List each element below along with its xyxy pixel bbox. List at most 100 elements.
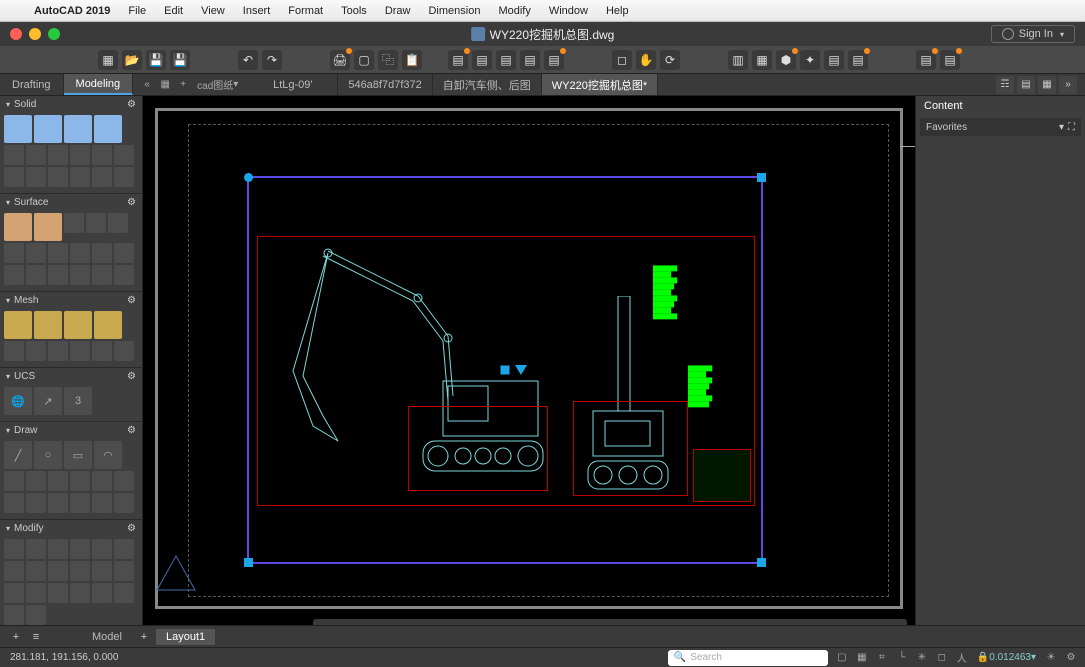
solid-tool[interactable] <box>48 167 68 187</box>
tool1-icon[interactable]: ▥ <box>728 50 748 70</box>
modify-tool[interactable] <box>26 605 46 625</box>
solid-tool[interactable] <box>26 145 46 165</box>
palette-section-surface[interactable]: Surface <box>14 197 48 208</box>
plot-preview-icon[interactable]: ▢ <box>354 50 374 70</box>
menu-view[interactable]: View <box>193 5 233 17</box>
ucs-3-icon[interactable]: 3 <box>64 387 92 415</box>
surface-tool[interactable] <box>86 213 106 233</box>
menu-draw[interactable]: Draw <box>377 5 419 17</box>
expand-icon[interactable]: ⛶ <box>1068 122 1075 133</box>
draw-tool[interactable] <box>4 471 24 491</box>
mesh-tool[interactable] <box>4 311 32 339</box>
ucs-world-icon[interactable]: 🌐 <box>4 387 32 415</box>
modify-tool[interactable] <box>70 583 90 603</box>
mesh-tool[interactable] <box>4 341 24 361</box>
tab-overflow-icon[interactable]: « <box>139 77 155 93</box>
tool6-icon[interactable]: ▤ <box>848 50 868 70</box>
ortho-toggle-icon[interactable]: └ <box>894 650 910 666</box>
minimize-window-icon[interactable] <box>29 28 41 40</box>
favorites-dropdown[interactable]: Favorites ▾ ⛶ <box>920 118 1081 136</box>
sun-icon[interactable]: ☀ <box>1043 650 1059 666</box>
copy-icon[interactable]: ⿻ <box>378 50 398 70</box>
solid-tool[interactable] <box>114 167 134 187</box>
grip-handle[interactable] <box>244 558 253 567</box>
solid-tool[interactable] <box>4 145 24 165</box>
modify-tool[interactable] <box>92 583 112 603</box>
app-name[interactable]: AutoCAD 2019 <box>26 5 118 17</box>
mesh-tool[interactable] <box>94 311 122 339</box>
panel-more-icon[interactable]: » <box>1059 76 1077 94</box>
open-file-icon[interactable]: 📂 <box>122 50 142 70</box>
grip-handle[interactable] <box>757 173 766 182</box>
new-file-icon[interactable]: ▦ <box>98 50 118 70</box>
menu-format[interactable]: Format <box>280 5 331 17</box>
paper-model-toggle[interactable]: ▢ <box>834 650 850 666</box>
menu-dimension[interactable]: Dimension <box>420 5 488 17</box>
add-layer-icon[interactable]: + <box>175 77 191 93</box>
draw-tool[interactable] <box>26 471 46 491</box>
doc-tab-0[interactable]: LtLg-09' <box>248 74 338 95</box>
palette-section-ucs[interactable]: UCS <box>14 371 35 382</box>
solid-tool[interactable] <box>4 167 24 187</box>
gear-icon[interactable]: ⚙ <box>127 371 136 382</box>
scale-readout[interactable]: 🔒0.012463▾ <box>974 650 1039 666</box>
gear-icon[interactable]: ⚙ <box>127 295 136 306</box>
surface-tool[interactable] <box>26 243 46 263</box>
draw-tool[interactable] <box>4 493 24 513</box>
add-between-icon[interactable]: + <box>136 629 152 645</box>
sheet3-icon[interactable]: ▤ <box>496 50 516 70</box>
polar-toggle-icon[interactable]: ✳ <box>914 650 930 666</box>
doc-tab-2[interactable]: 自卸汽车侧、后图 <box>433 74 542 95</box>
draw-tool[interactable] <box>92 471 112 491</box>
surface-tool[interactable] <box>64 213 84 233</box>
gear-icon[interactable]: ⚙ <box>127 197 136 208</box>
surface-tool[interactable] <box>108 213 128 233</box>
menu-insert[interactable]: Insert <box>235 5 279 17</box>
sign-in-button[interactable]: Sign In <box>991 25 1075 43</box>
drawing-canvas[interactable]: ████████████████████████████████████████… <box>143 96 915 647</box>
modify-tool[interactable] <box>48 583 68 603</box>
panel-content-icon[interactable]: ☶ <box>996 76 1014 94</box>
grip-handle[interactable] <box>244 173 253 182</box>
menu-tools[interactable]: Tools <box>333 5 375 17</box>
search-input[interactable]: 🔍 Search <box>668 650 828 666</box>
sheet4-icon[interactable]: ▤ <box>520 50 540 70</box>
ucs-x-icon[interactable]: ↗ <box>34 387 62 415</box>
modify-tool[interactable] <box>4 561 24 581</box>
grid-toggle-icon[interactable]: ▦ <box>854 650 870 666</box>
layer-grid-icon[interactable]: ▦ <box>157 77 173 93</box>
menu-modify[interactable]: Modify <box>490 5 538 17</box>
snap-toggle-icon[interactable]: ⌗ <box>874 650 890 666</box>
gear-icon[interactable]: ⚙ <box>127 99 136 110</box>
mesh-tool[interactable] <box>26 341 46 361</box>
palette-section-modify[interactable]: Modify <box>14 523 43 534</box>
close-window-icon[interactable] <box>10 28 22 40</box>
modify-tool[interactable] <box>70 539 90 559</box>
menu-edit[interactable]: Edit <box>156 5 191 17</box>
orbit-icon[interactable]: ⟳ <box>660 50 680 70</box>
sheet5-icon[interactable]: ▤ <box>544 50 564 70</box>
palette-section-solid[interactable]: Solid <box>14 99 36 110</box>
surface-tool[interactable] <box>48 243 68 263</box>
sheet2-icon[interactable]: ▤ <box>472 50 492 70</box>
tool3-icon[interactable]: ⬢ <box>776 50 796 70</box>
circle-draw-icon[interactable]: ○ <box>34 441 62 469</box>
print-icon[interactable]: 🖨 <box>330 50 350 70</box>
doc-tab-3[interactable]: WY220挖掘机总图* <box>542 74 658 95</box>
add-layout-icon[interactable]: + <box>8 629 24 645</box>
draw-tool[interactable] <box>70 471 90 491</box>
tool2-icon[interactable]: ▦ <box>752 50 772 70</box>
layer-combo[interactable]: cad图纸▾ <box>193 77 242 93</box>
mesh-tool[interactable] <box>48 341 68 361</box>
palette-section-mesh[interactable]: Mesh <box>14 295 38 306</box>
modify-tool[interactable] <box>70 561 90 581</box>
draw-tool[interactable] <box>114 493 134 513</box>
gear-icon[interactable]: ⚙ <box>127 523 136 534</box>
modify-tool[interactable] <box>26 539 46 559</box>
solid-tool[interactable] <box>92 167 112 187</box>
workspace-tab-modeling[interactable]: Modeling <box>64 74 134 95</box>
modify-tool[interactable] <box>114 539 134 559</box>
undo-icon[interactable]: ↶ <box>238 50 258 70</box>
modify-tool[interactable] <box>92 561 112 581</box>
surface-tool[interactable] <box>92 265 112 285</box>
